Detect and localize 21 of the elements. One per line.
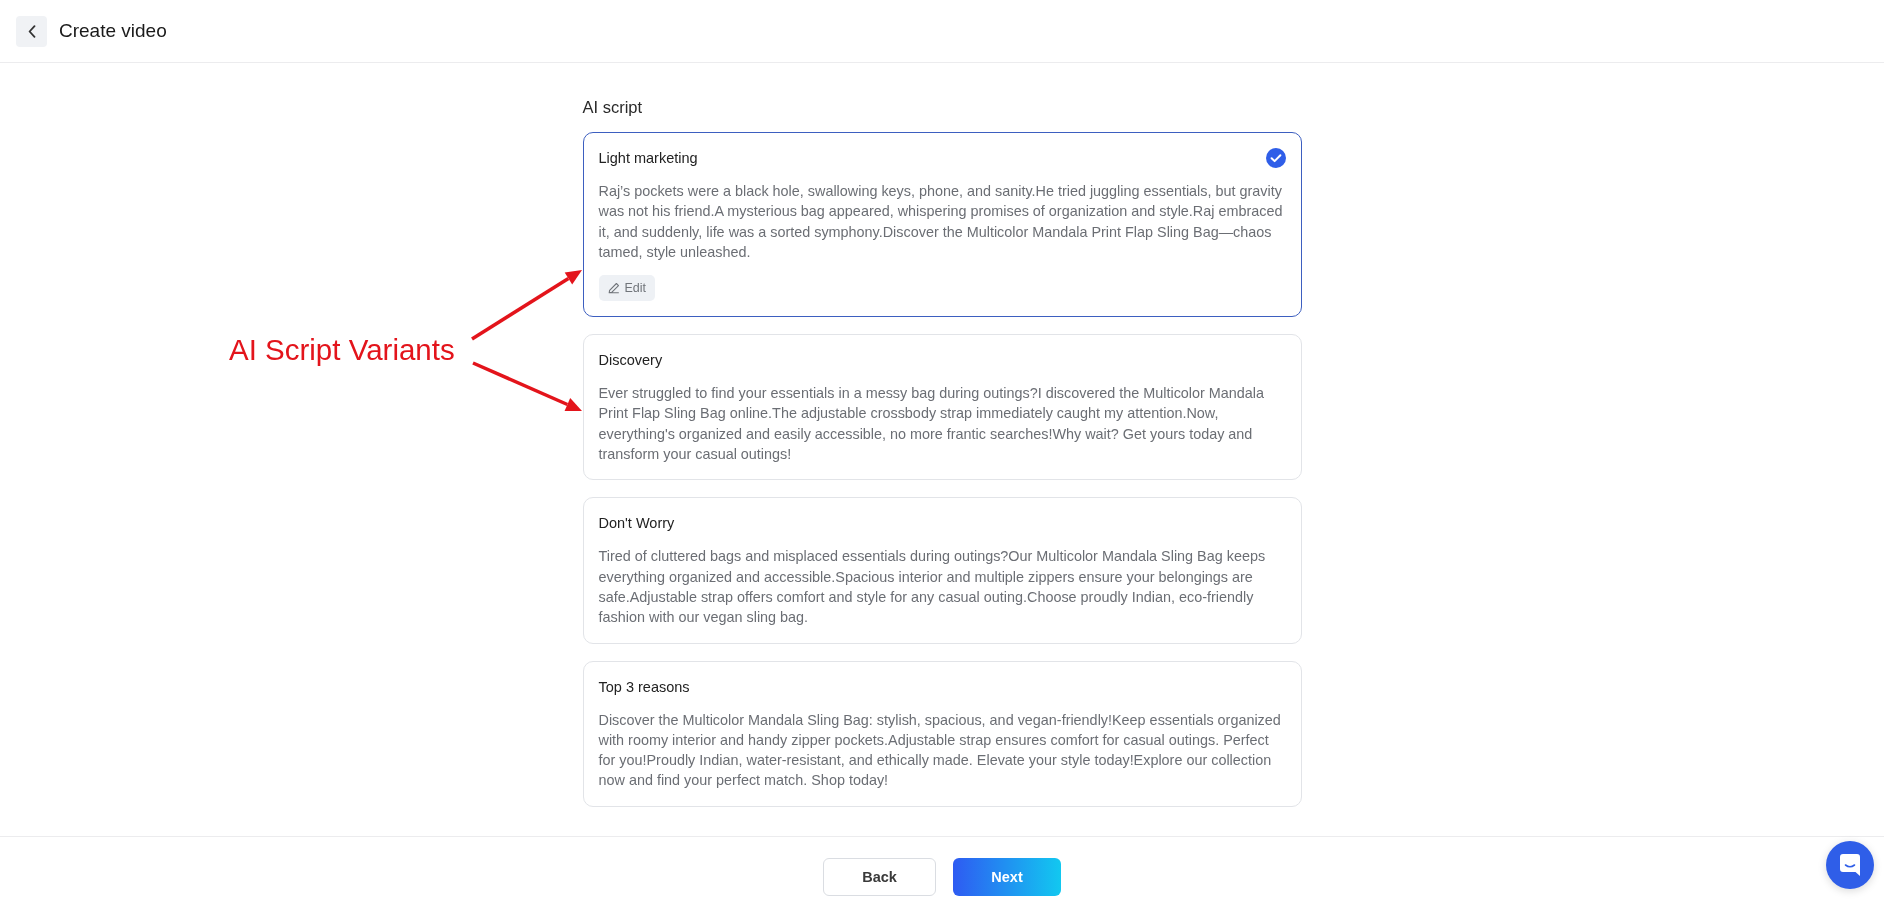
section-label: AI script — [582, 97, 644, 118]
annotation-label: AI Script Variants — [229, 333, 455, 367]
pencil-icon — [607, 282, 620, 295]
script-text: Discover the Multicolor Mandala Sling Bag: stylish, spacious, and vegan-friendly!Keep essentials organized with roomy interior and handy zipper pockets.Adjustable strap ensures comfort for casual outings. Perfect for you!Proudly Indian, water-resistant, and ethically made. Elevate your style today!Explore our collection now and find your perfect match. Shop today! — [598, 710, 1282, 791]
chat-bubble-icon — [1840, 854, 1860, 876]
script-text: Tired of cluttered bags and misplaced essentials during outings?Our Multicolor Mandala Sling Bag keeps everything organized and accessible.Spacious interior and multiple zippers ensure your belongings are safe.Adjustable strap offers comfort and style for any casual outing.Choose proudly Indian, eco-friendly fashion with our vegan sling bag. — [598, 547, 1267, 628]
chat-button[interactable] — [1826, 841, 1874, 889]
script-title: Don't Worry — [598, 514, 675, 534]
next-button[interactable]: Next — [953, 858, 1061, 896]
back-button[interactable] — [16, 15, 47, 47]
script-text: Raj’s pockets were a black hole, swallowing keys, phone, and sanity.He tried juggling essentials, but gravity was not his friend.A mysterious bag appeared, whispering promises of organization and style.Raj embraced it, and suddenly, life was a sorted symphony.Discover the Multicolor Mandala Print Flap Sling Bag—chaos tamed, style unleashed. — [598, 182, 1284, 262]
script-title: Top 3 reasons — [598, 677, 690, 697]
edit-button[interactable]: Edit — [598, 275, 656, 302]
script-text: Ever struggled to find your essentials in a messy bag during outings?I discovered the Multicolor Mandala Print Flap Sling Bag online.The adjustable crossbody strap immediately caught my attention.Now, everything's organized and easily accessible, no more frantic searches!Why wait? Get yours today and transform your casual outings! — [598, 384, 1266, 465]
script-title: Discovery — [598, 351, 663, 371]
chevron-left-icon — [27, 24, 36, 38]
back-button[interactable]: Back — [823, 858, 936, 896]
check-circle-icon — [1265, 148, 1286, 168]
script-card[interactable] — [582, 132, 1302, 318]
script-title: Light marketing — [598, 149, 698, 168]
page-title: Create video — [59, 19, 167, 43]
